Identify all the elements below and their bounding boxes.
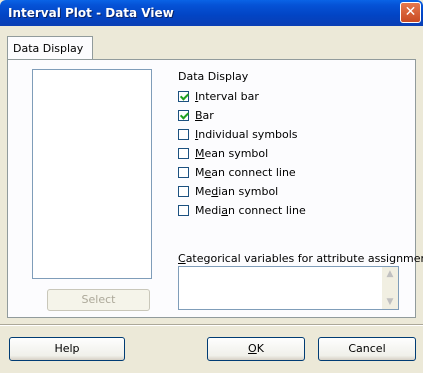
checkbox-label: Individual symbols xyxy=(195,128,298,141)
close-icon: ✕ xyxy=(404,4,417,20)
checkbox-label: Median connect line xyxy=(195,204,306,217)
categorical-variables-label: Categorical variables for attribute assi… xyxy=(178,252,423,265)
checkbox-box[interactable] xyxy=(178,205,189,216)
checkbox-box[interactable] xyxy=(178,91,189,102)
window-title: Interval Plot - Data View xyxy=(8,6,174,20)
tab-label: Data Display xyxy=(13,42,84,55)
scrollbar[interactable]: ▲ ▼ xyxy=(382,267,398,309)
close-button[interactable]: ✕ xyxy=(400,2,421,23)
categorical-variables-input[interactable]: ▲ ▼ xyxy=(178,266,399,310)
tab-data-display[interactable]: Data Display xyxy=(7,36,93,60)
help-button[interactable]: Help xyxy=(9,337,125,361)
checkbox-box[interactable] xyxy=(178,167,189,178)
checkbox-label: Interval bar xyxy=(195,90,259,103)
ok-button[interactable]: OK xyxy=(207,337,305,361)
checkbox-box[interactable] xyxy=(178,148,189,159)
checkbox-label: Mean connect line xyxy=(195,166,296,179)
variable-list[interactable] xyxy=(32,69,152,279)
separator xyxy=(0,324,423,326)
checkbox-label: Bar xyxy=(195,109,214,122)
checkbox-box[interactable] xyxy=(178,186,189,197)
title-bar[interactable]: Interval Plot - Data View ✕ xyxy=(0,0,423,26)
select-button[interactable]: Select xyxy=(47,289,150,311)
dialog-window: Interval Plot - Data View ✕ Data Display… xyxy=(0,0,423,373)
checkbox-label: Mean symbol xyxy=(195,147,269,160)
cancel-button[interactable]: Cancel xyxy=(318,337,416,361)
data-display-group-label: Data Display xyxy=(178,70,249,83)
scroll-up-icon[interactable]: ▲ xyxy=(382,267,398,281)
checkbox-box[interactable] xyxy=(178,110,189,121)
checkbox-box[interactable] xyxy=(178,129,189,140)
scroll-down-icon[interactable]: ▼ xyxy=(382,295,398,309)
checkbox-label: Median symbol xyxy=(195,185,279,198)
